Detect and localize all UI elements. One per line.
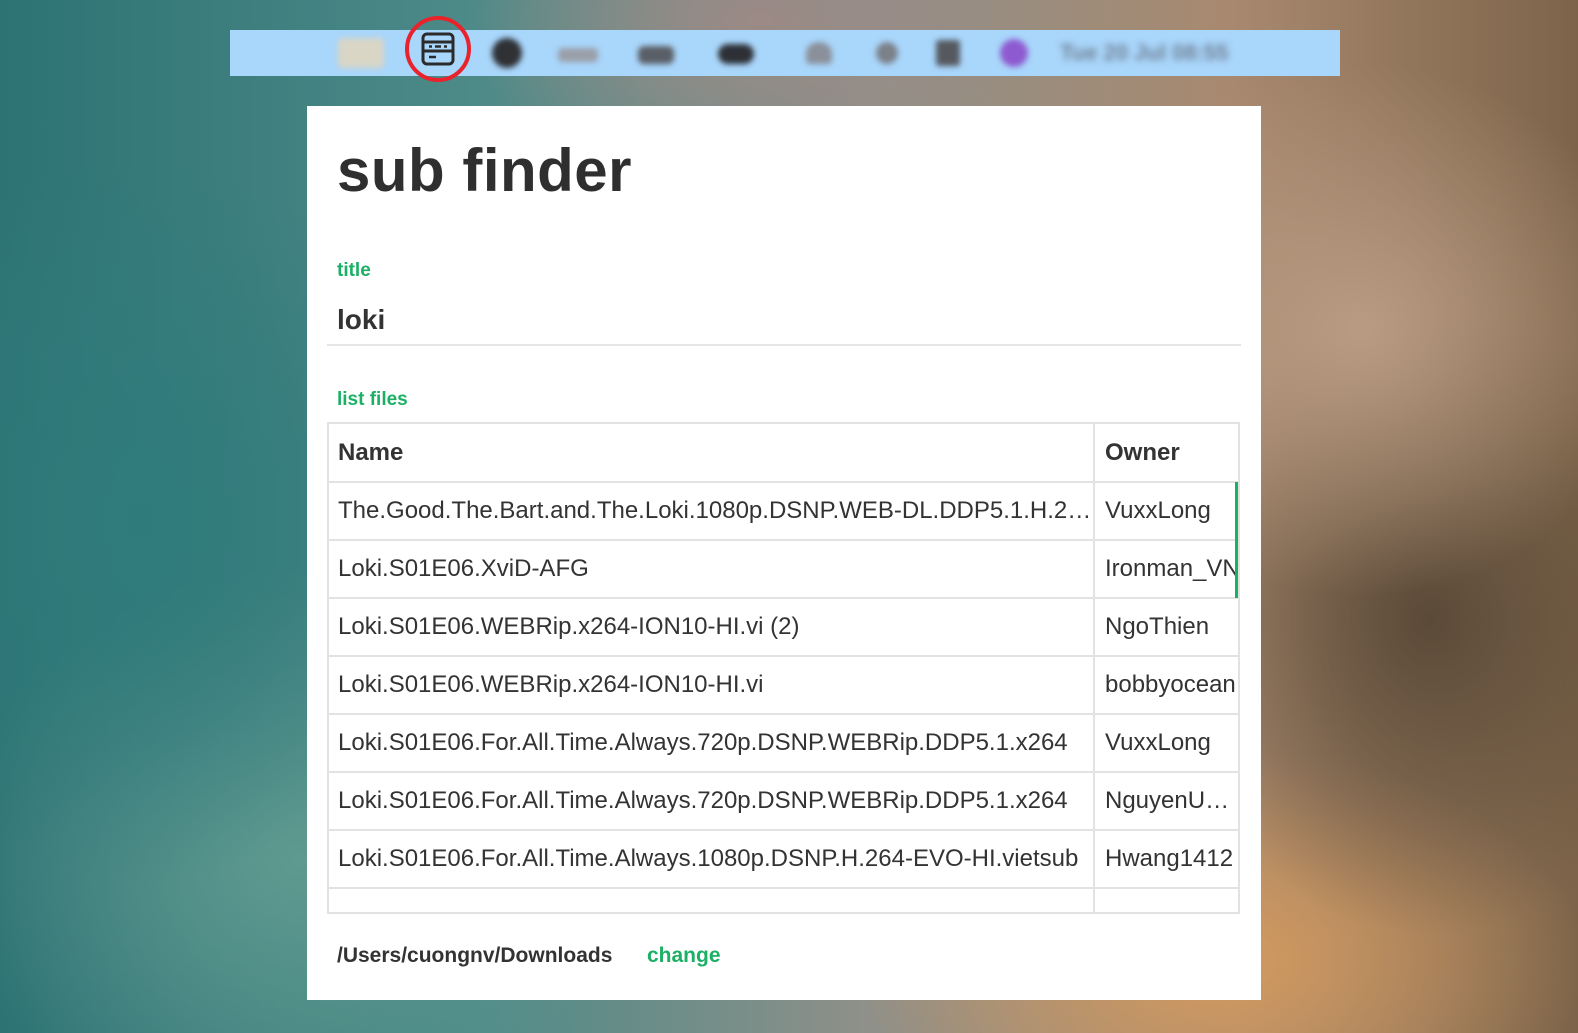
menu-bar: Tue 20 Jul 08:55	[230, 16, 1340, 82]
blurred-status-icon[interactable]	[638, 46, 674, 64]
file-owner-cell: VuxxLong	[1094, 482, 1238, 541]
table-scrollbar[interactable]	[1235, 482, 1238, 598]
file-name-cell: The.Good.The.Bart.and.The.Loki.1080p.DSN…	[329, 482, 1095, 541]
title-input[interactable]	[327, 296, 1241, 346]
siri-icon[interactable]	[1000, 39, 1028, 67]
title-field-label: title	[337, 260, 371, 281]
file-name-cell	[329, 888, 1095, 912]
table-row[interactable]: Loki.S01E06.For.All.Time.Always.1080p.DS…	[329, 830, 1238, 889]
table-row[interactable]: Loki.S01E06.For.All.Time.Always.720p.DSN…	[329, 714, 1238, 773]
file-name-cell: Loki.S01E06.WEBRip.x264-ION10-HI.vi	[329, 656, 1095, 715]
file-owner-cell: Hwang1412	[1094, 830, 1238, 889]
column-header-owner[interactable]: Owner	[1094, 424, 1238, 483]
sub-finder-panel: sub finder title list files Name Owner T…	[307, 106, 1261, 1000]
file-owner-cell	[1094, 888, 1238, 912]
search-icon[interactable]	[876, 42, 898, 64]
blurred-status-icon[interactable]	[492, 38, 522, 68]
file-owner-cell: bobbyocean	[1094, 656, 1238, 715]
file-name-cell: Loki.S01E06.WEBRip.x264-ION10-HI.vi (2)	[329, 598, 1095, 657]
table-row[interactable]	[329, 888, 1238, 912]
blurred-status-icon[interactable]	[718, 44, 754, 64]
file-name-cell: Loki.S01E06.For.All.Time.Always.720p.DSN…	[329, 714, 1095, 773]
blurred-status-icon[interactable]	[558, 48, 598, 62]
wifi-icon[interactable]	[806, 42, 832, 64]
table-header-row: Name Owner	[329, 424, 1238, 483]
page-title: sub finder	[337, 137, 633, 204]
file-owner-cell: Ironman_VN	[1094, 540, 1238, 599]
list-files-label: list files	[337, 389, 408, 410]
table-row[interactable]: The.Good.The.Bart.and.The.Loki.1080p.DSN…	[329, 482, 1238, 541]
control-center-icon[interactable]	[936, 40, 960, 66]
file-owner-cell: VuxxLong	[1094, 714, 1238, 773]
file-name-cell: Loki.S01E06.For.All.Time.Always.720p.DSN…	[329, 772, 1095, 831]
table-row[interactable]: Loki.S01E06.For.All.Time.Always.720p.DSN…	[329, 772, 1238, 831]
file-name-cell: Loki.S01E06.XviD-AFG	[329, 540, 1095, 599]
sub-finder-menubar-icon[interactable]	[405, 16, 471, 82]
file-name-cell: Loki.S01E06.For.All.Time.Always.1080p.DS…	[329, 830, 1095, 889]
download-path: /Users/cuongnv/Downloads	[337, 944, 613, 967]
table-row[interactable]: Loki.S01E06.WEBRip.x264-ION10-HI.vi (2) …	[329, 598, 1238, 657]
subtitle-window-icon	[421, 32, 455, 66]
blurred-app-icon[interactable]	[338, 38, 384, 68]
file-owner-cell: NgoThien	[1094, 598, 1238, 657]
files-table[interactable]: Name Owner The.Good.The.Bart.and.The.Lok…	[327, 422, 1240, 914]
column-header-name[interactable]: Name	[329, 424, 1095, 483]
change-path-link[interactable]: change	[647, 944, 721, 968]
menubar-clock[interactable]: Tue 20 Jul 08:55	[1060, 40, 1274, 66]
table-row[interactable]: Loki.S01E06.XviD-AFG Ironman_VN	[329, 540, 1238, 599]
file-owner-cell: NguyenUyen	[1094, 772, 1238, 831]
table-row[interactable]: Loki.S01E06.WEBRip.x264-ION10-HI.vi bobb…	[329, 656, 1238, 715]
